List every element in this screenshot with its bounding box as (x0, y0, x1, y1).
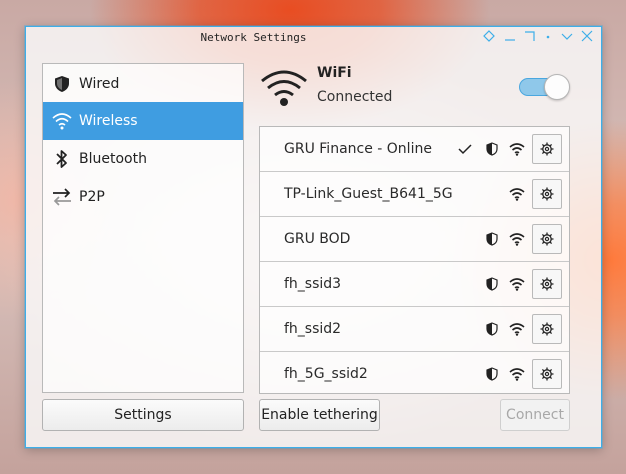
network-row[interactable]: fh_5G_ssid2 (260, 352, 569, 393)
network-settings-button[interactable] (532, 224, 562, 254)
swap-arrows-icon (51, 186, 73, 208)
close-icon[interactable] (579, 30, 595, 46)
network-name: GRU BOD (284, 231, 351, 247)
toggle-knob[interactable] (544, 74, 570, 100)
shield-icon (51, 73, 73, 95)
network-row[interactable]: TP-Link_Guest_B641_5G (260, 172, 569, 217)
sidebar-item-label: Wireless (79, 113, 138, 129)
lock-shield-icon (484, 231, 500, 247)
network-settings-button[interactable] (532, 269, 562, 299)
check-icon (457, 141, 473, 157)
network-name: GRU Finance - Online (284, 141, 432, 157)
wifi-icon (51, 110, 73, 132)
gear-icon (540, 322, 554, 336)
signal-strength-icon (509, 186, 525, 202)
lock-shield-icon (484, 141, 500, 157)
network-row[interactable]: fh_ssid2 (260, 307, 569, 352)
titlebar[interactable]: Network Settings (26, 27, 601, 49)
enable-tethering-button[interactable]: Enable tethering (259, 399, 380, 431)
network-list: GRU Finance - Online TP-Link_Guest_B641_… (259, 126, 570, 394)
shade-icon[interactable] (502, 30, 518, 46)
lock-shield-icon (484, 366, 500, 382)
wifi-toggle[interactable] (519, 74, 571, 100)
wifi-header-title: WiFi (317, 65, 352, 81)
corner-icon[interactable] (522, 30, 538, 46)
sidebar-item-label: Bluetooth (79, 151, 147, 167)
network-name: fh_ssid2 (284, 321, 342, 337)
network-row[interactable]: fh_ssid3 (260, 262, 569, 307)
signal-strength-icon (509, 321, 525, 337)
signal-strength-icon (509, 366, 525, 382)
network-name: fh_ssid3 (284, 276, 342, 292)
sidebar-item-label: P2P (79, 189, 105, 205)
network-row[interactable]: GRU Finance - Online (260, 127, 569, 172)
sidebar-item-label: Wired (79, 76, 120, 92)
network-name: TP-Link_Guest_B641_5G (284, 186, 453, 202)
window-title: Network Settings (200, 31, 307, 44)
dot-icon[interactable] (540, 30, 556, 46)
settings-button[interactable]: Settings (42, 399, 244, 431)
lock-shield-icon (484, 276, 500, 292)
gear-icon (540, 367, 554, 381)
network-settings-button[interactable] (532, 179, 562, 209)
network-name: fh_5G_ssid2 (284, 366, 368, 382)
bluetooth-icon (51, 148, 73, 170)
signal-strength-icon (509, 141, 525, 157)
gear-icon (540, 187, 554, 201)
network-settings-window: Network Settings Wired Wireless Bluetoot… (25, 26, 602, 448)
gear-icon (540, 142, 554, 156)
network-settings-button[interactable] (532, 134, 562, 164)
gear-icon (540, 277, 554, 291)
wifi-icon (259, 67, 309, 109)
sidebar-item-wireless[interactable]: Wireless (43, 102, 243, 140)
connect-button[interactable]: Connect (500, 399, 570, 431)
lock-shield-icon (484, 321, 500, 337)
sidebar-item-wired[interactable]: Wired (43, 65, 243, 103)
keep-above-icon[interactable] (481, 30, 497, 46)
signal-strength-icon (509, 276, 525, 292)
gear-icon (540, 232, 554, 246)
network-settings-button[interactable] (532, 359, 562, 389)
sidebar-item-p2p[interactable]: P2P (43, 178, 243, 216)
connection-type-list: Wired Wireless Bluetooth P2P (42, 63, 244, 393)
network-settings-button[interactable] (532, 314, 562, 344)
network-row[interactable]: GRU BOD (260, 217, 569, 262)
wifi-connection-status: Connected (317, 89, 393, 105)
sidebar-item-bluetooth[interactable]: Bluetooth (43, 140, 243, 178)
signal-strength-icon (509, 231, 525, 247)
minimize-icon[interactable] (559, 30, 575, 46)
